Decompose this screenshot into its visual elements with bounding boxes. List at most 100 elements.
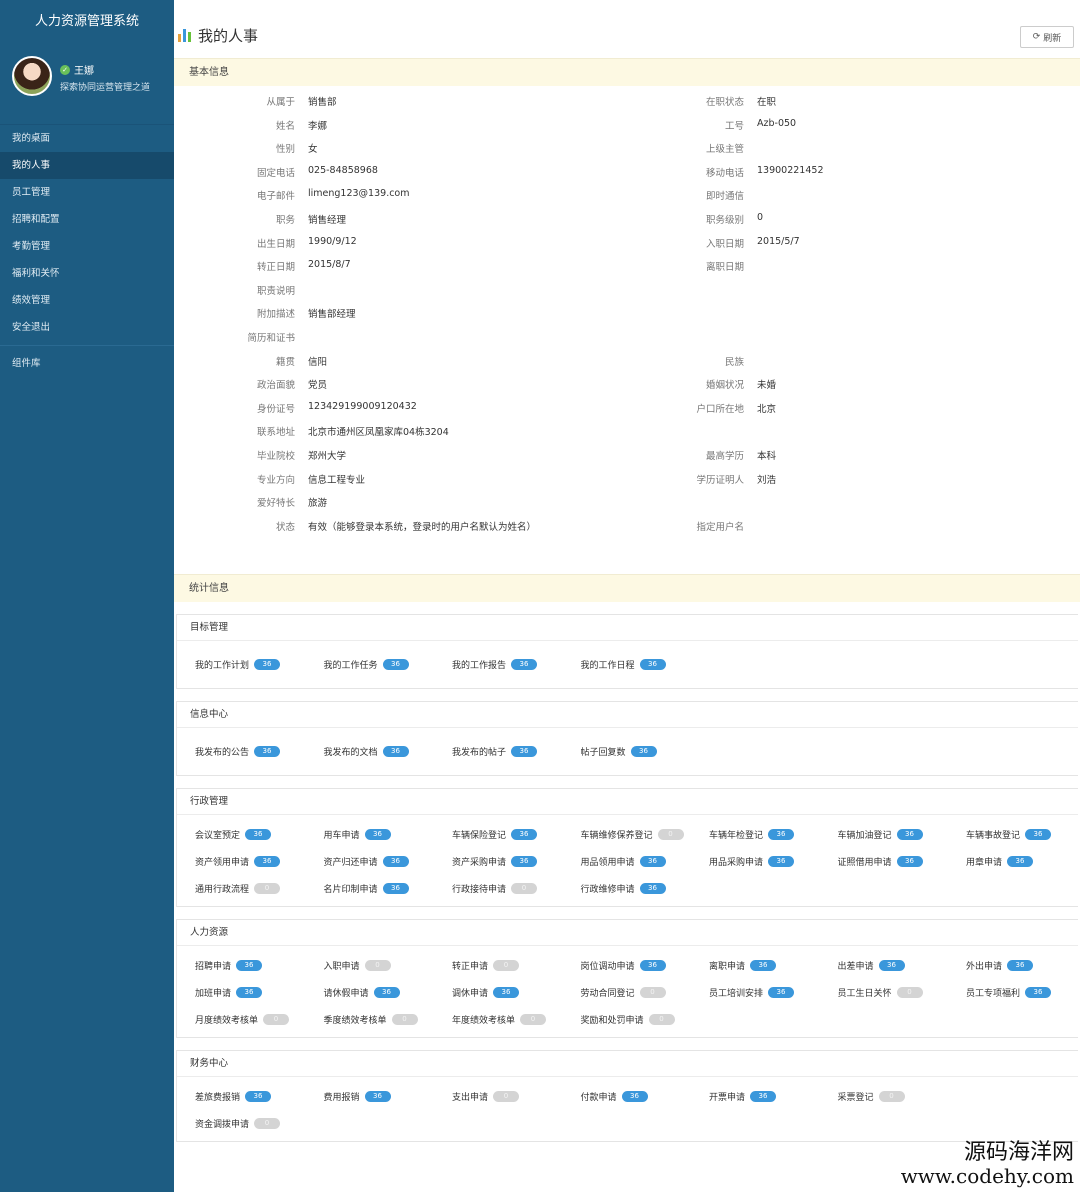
count-badge: 36	[750, 1091, 777, 1102]
stat-item[interactable]: 员工生日关怀 0	[838, 983, 967, 1002]
stat-item[interactable]: 采票登记 0	[838, 1087, 967, 1106]
stat-item[interactable]: 外出申请 36	[966, 956, 1080, 975]
stat-item[interactable]: 名片印制申请 36	[324, 879, 453, 898]
stat-item[interactable]: 我的工作日程 36	[581, 655, 710, 674]
stat-item[interactable]: 劳动合同登记 0	[581, 983, 710, 1002]
stat-item[interactable]: 我发布的公告 36	[195, 742, 324, 761]
stat-item[interactable]: 用品领用申请 36	[581, 852, 710, 871]
stat-item[interactable]: 入职申请 0	[324, 956, 453, 975]
stat-item[interactable]: 支出申请 0	[452, 1087, 581, 1106]
stat-item[interactable]: 奖励和处罚申请 0	[581, 1010, 710, 1029]
field-label: 离职日期	[705, 262, 744, 274]
stat-item[interactable]: 费用报销 36	[324, 1087, 453, 1106]
stat-item-label: 请休假申请	[323, 989, 369, 999]
field-label: 固定电话	[256, 167, 295, 179]
stat-item[interactable]: 我的工作任务 36	[324, 655, 453, 674]
stat-item[interactable]: 调休申请 36	[452, 983, 581, 1002]
stat-group-title: 信息中心	[177, 702, 1078, 728]
stat-item[interactable]: 资金调拨申请 0	[195, 1114, 324, 1133]
count-badge: 0	[254, 1118, 281, 1129]
stat-item-label: 用品领用申请	[580, 858, 635, 868]
stat-item-label: 招聘申请	[195, 962, 232, 972]
stat-item[interactable]: 车辆保险登记 36	[452, 825, 581, 844]
stat-item[interactable]: 资产采购申请 36	[452, 852, 581, 871]
stat-item[interactable]: 岗位调动申请 36	[581, 956, 710, 975]
stat-item[interactable]: 我的工作报告 36	[452, 655, 581, 674]
field-value: 信息工程专业	[308, 474, 366, 486]
sidebar-item-4[interactable]: 考勤管理	[0, 233, 174, 260]
refresh-button[interactable]: ⟳ 刷新	[1020, 26, 1074, 48]
stat-item-label: 我发布的帖子	[452, 748, 507, 758]
stat-item-label: 名片印制申请	[323, 885, 378, 895]
info-row: 性别 女 上级主管	[174, 141, 1080, 161]
stat-item[interactable]: 行政接待申请 0	[452, 879, 581, 898]
info-row: 职务 销售经理 职务级别 0	[174, 212, 1080, 232]
stat-item[interactable]: 证照借用申请 36	[838, 852, 967, 871]
count-badge: 36	[245, 829, 272, 840]
stat-item[interactable]: 我发布的文档 36	[324, 742, 453, 761]
stat-item[interactable]: 通用行政流程 0	[195, 879, 324, 898]
stat-item[interactable]: 行政维修申请 36	[581, 879, 710, 898]
stat-item[interactable]: 付款申请 36	[581, 1087, 710, 1106]
stat-item[interactable]: 我发布的帖子 36	[452, 742, 581, 761]
stat-item[interactable]: 加班申请 36	[195, 983, 324, 1002]
stat-item[interactable]: 员工专项福利 36	[966, 983, 1080, 1002]
stat-item[interactable]: 招聘申请 36	[195, 956, 324, 975]
sidebar-item-6[interactable]: 绩效管理	[0, 287, 174, 314]
stat-item[interactable]: 车辆事故登记 36	[966, 825, 1080, 844]
stat-item[interactable]: 我的工作计划 36	[195, 655, 324, 674]
stat-item[interactable]: 差旅费报销 36	[195, 1087, 324, 1106]
field-value: 2015/5/7	[757, 235, 800, 247]
stat-item-label: 我的工作日程	[580, 661, 635, 671]
field-label: 即时通信	[705, 191, 744, 203]
info-row: 附加描述 销售部经理	[174, 306, 1080, 326]
stat-item[interactable]: 年度绩效考核单 0	[452, 1010, 581, 1029]
sidebar-item-1[interactable]: 我的人事	[0, 152, 174, 179]
stat-item-label: 岗位调动申请	[580, 962, 635, 972]
count-badge: 36	[236, 987, 263, 998]
sidebar-item-2[interactable]: 员工管理	[0, 179, 174, 206]
field-value: 123429199009120432	[308, 400, 417, 412]
stat-item[interactable]: 出差申请 36	[838, 956, 967, 975]
sidebar-item-0[interactable]: 我的桌面	[0, 125, 174, 152]
count-badge: 0	[364, 960, 391, 971]
avatar[interactable]	[12, 56, 52, 96]
stat-item[interactable]: 员工培训安排 36	[709, 983, 838, 1002]
stat-item[interactable]: 帖子回复数 36	[581, 742, 710, 761]
stat-item[interactable]: 车辆年检登记 36	[709, 825, 838, 844]
count-badge: 0	[896, 987, 923, 998]
count-badge: 36	[245, 1091, 272, 1102]
stat-item[interactable]: 会议室预定 36	[195, 825, 324, 844]
count-badge: 36	[364, 1091, 391, 1102]
stat-item[interactable]: 月度绩效考核单 0	[195, 1010, 324, 1029]
stat-item[interactable]: 用章申请 36	[966, 852, 1080, 871]
stat-item[interactable]: 用车申请 36	[324, 825, 453, 844]
user-profile: ✓ 王娜 探索协同运营管理之道	[0, 44, 174, 114]
sidebar-item-7[interactable]: 安全退出	[0, 314, 174, 341]
field-label: 户口所在地	[696, 403, 744, 415]
count-badge: 36	[382, 659, 409, 670]
field-value: 信阳	[308, 356, 328, 368]
sidebar-item-5[interactable]: 福利和关怀	[0, 260, 174, 287]
info-row: 政治面貌 党员 婚姻状况 未婚	[174, 377, 1080, 397]
stat-item[interactable]: 资产归还申请 36	[324, 852, 453, 871]
sidebar-item-3[interactable]: 招聘和配置	[0, 206, 174, 233]
stat-item[interactable]: 资产领用申请 36	[195, 852, 324, 871]
count-badge: 36	[878, 960, 905, 971]
stat-item[interactable]: 请休假申请 36	[324, 983, 453, 1002]
stat-item[interactable]: 季度绩效考核单 0	[324, 1010, 453, 1029]
stat-item[interactable]: 离职申请 36	[709, 956, 838, 975]
field-label: 学历证明人	[696, 474, 744, 486]
sidebar-item-component-library[interactable]: 组件库	[0, 350, 174, 377]
count-badge: 0	[648, 1014, 675, 1025]
stat-item-label: 离职申请	[709, 962, 746, 972]
info-row: 籍贯 信阳 民族	[174, 354, 1080, 374]
stat-item[interactable]: 车辆加油登记 36	[838, 825, 967, 844]
stat-item[interactable]: 转正申请 0	[452, 956, 581, 975]
stat-item[interactable]: 用品采购申请 36	[709, 852, 838, 871]
stat-item-label: 员工专项福利	[966, 989, 1021, 999]
stat-item[interactable]: 车辆维修保养登记 0	[581, 825, 710, 844]
stat-item-label: 资产归还申请	[323, 858, 378, 868]
stat-item[interactable]: 开票申请 36	[709, 1087, 838, 1106]
count-badge: 36	[639, 960, 666, 971]
